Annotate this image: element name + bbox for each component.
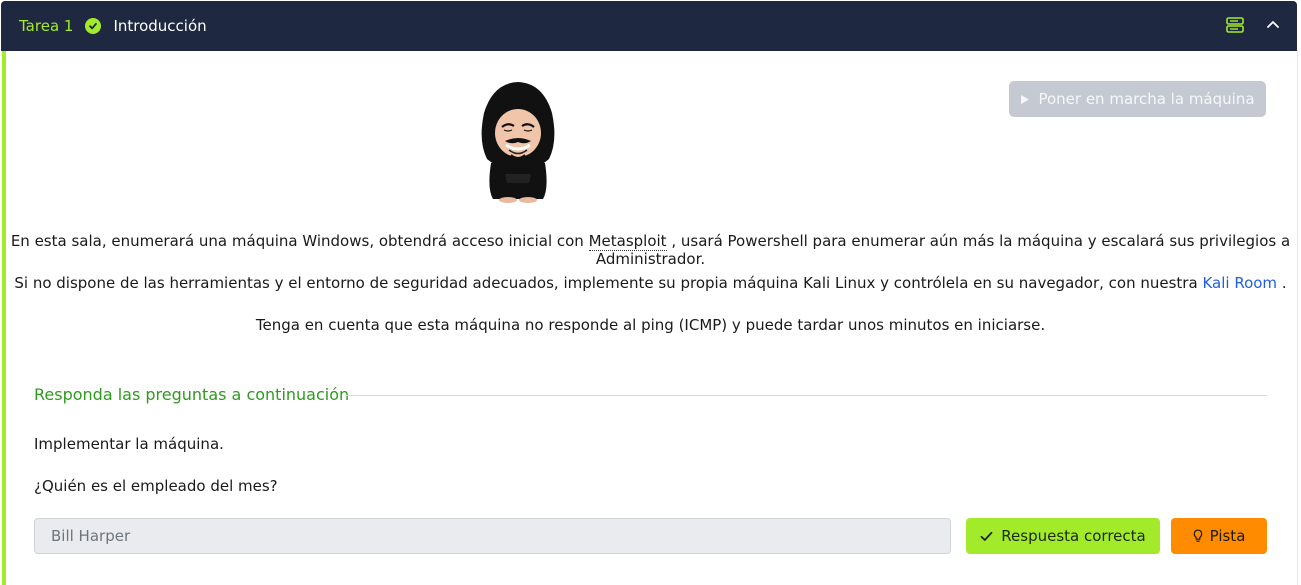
start-machine-button[interactable]: Poner en marcha la máquina [1009,81,1266,117]
task-title: Introducción [113,17,207,35]
hooded-mascot-image [481,82,555,203]
task-number: Tarea 1 [19,17,74,35]
lightbulb-icon [1193,529,1202,542]
intro-text: , usará Powershell para enumerar aún más… [595,232,1291,268]
stacked-layout-icon[interactable] [1226,17,1244,33]
questions-heading: Responda las preguntas a continuación [34,385,350,404]
answer-input[interactable] [34,518,951,554]
check-icon [980,531,993,541]
metasploit-abbr[interactable]: Metasploit [588,232,667,251]
intro-text: En esta sala, enumerará una máquina Wind… [10,232,584,250]
intro-paragraph-2: Si no dispone de las herramientas y el e… [5,274,1296,292]
intro-text: Si no dispone de las herramientas y el e… [14,274,1198,292]
correct-answer-button[interactable]: Respuesta correcta [966,518,1160,554]
intro-paragraph-1: En esta sala, enumerará una máquina Wind… [5,232,1296,268]
hint-button[interactable]: Pista [1171,518,1267,554]
hint-label: Pista [1209,527,1246,545]
start-machine-label: Poner en marcha la máquina [1038,90,1255,108]
section-divider [345,395,1267,396]
correct-answer-label: Respuesta correcta [1001,527,1146,545]
task-header[interactable]: Tarea 1 Introducción [1,1,1297,51]
question-2-text: ¿Quién es el empleado del mes? [34,477,278,495]
check-circle-icon [85,18,102,34]
kali-room-link[interactable]: Kali Room [1202,274,1277,292]
play-icon [1021,94,1030,104]
intro-paragraph-3: Tenga en cuenta que esta máquina no resp… [255,316,1046,334]
chevron-up-icon[interactable] [1266,17,1280,33]
question-1-text: Implementar la máquina. [34,435,224,453]
intro-text: . [1281,274,1287,292]
